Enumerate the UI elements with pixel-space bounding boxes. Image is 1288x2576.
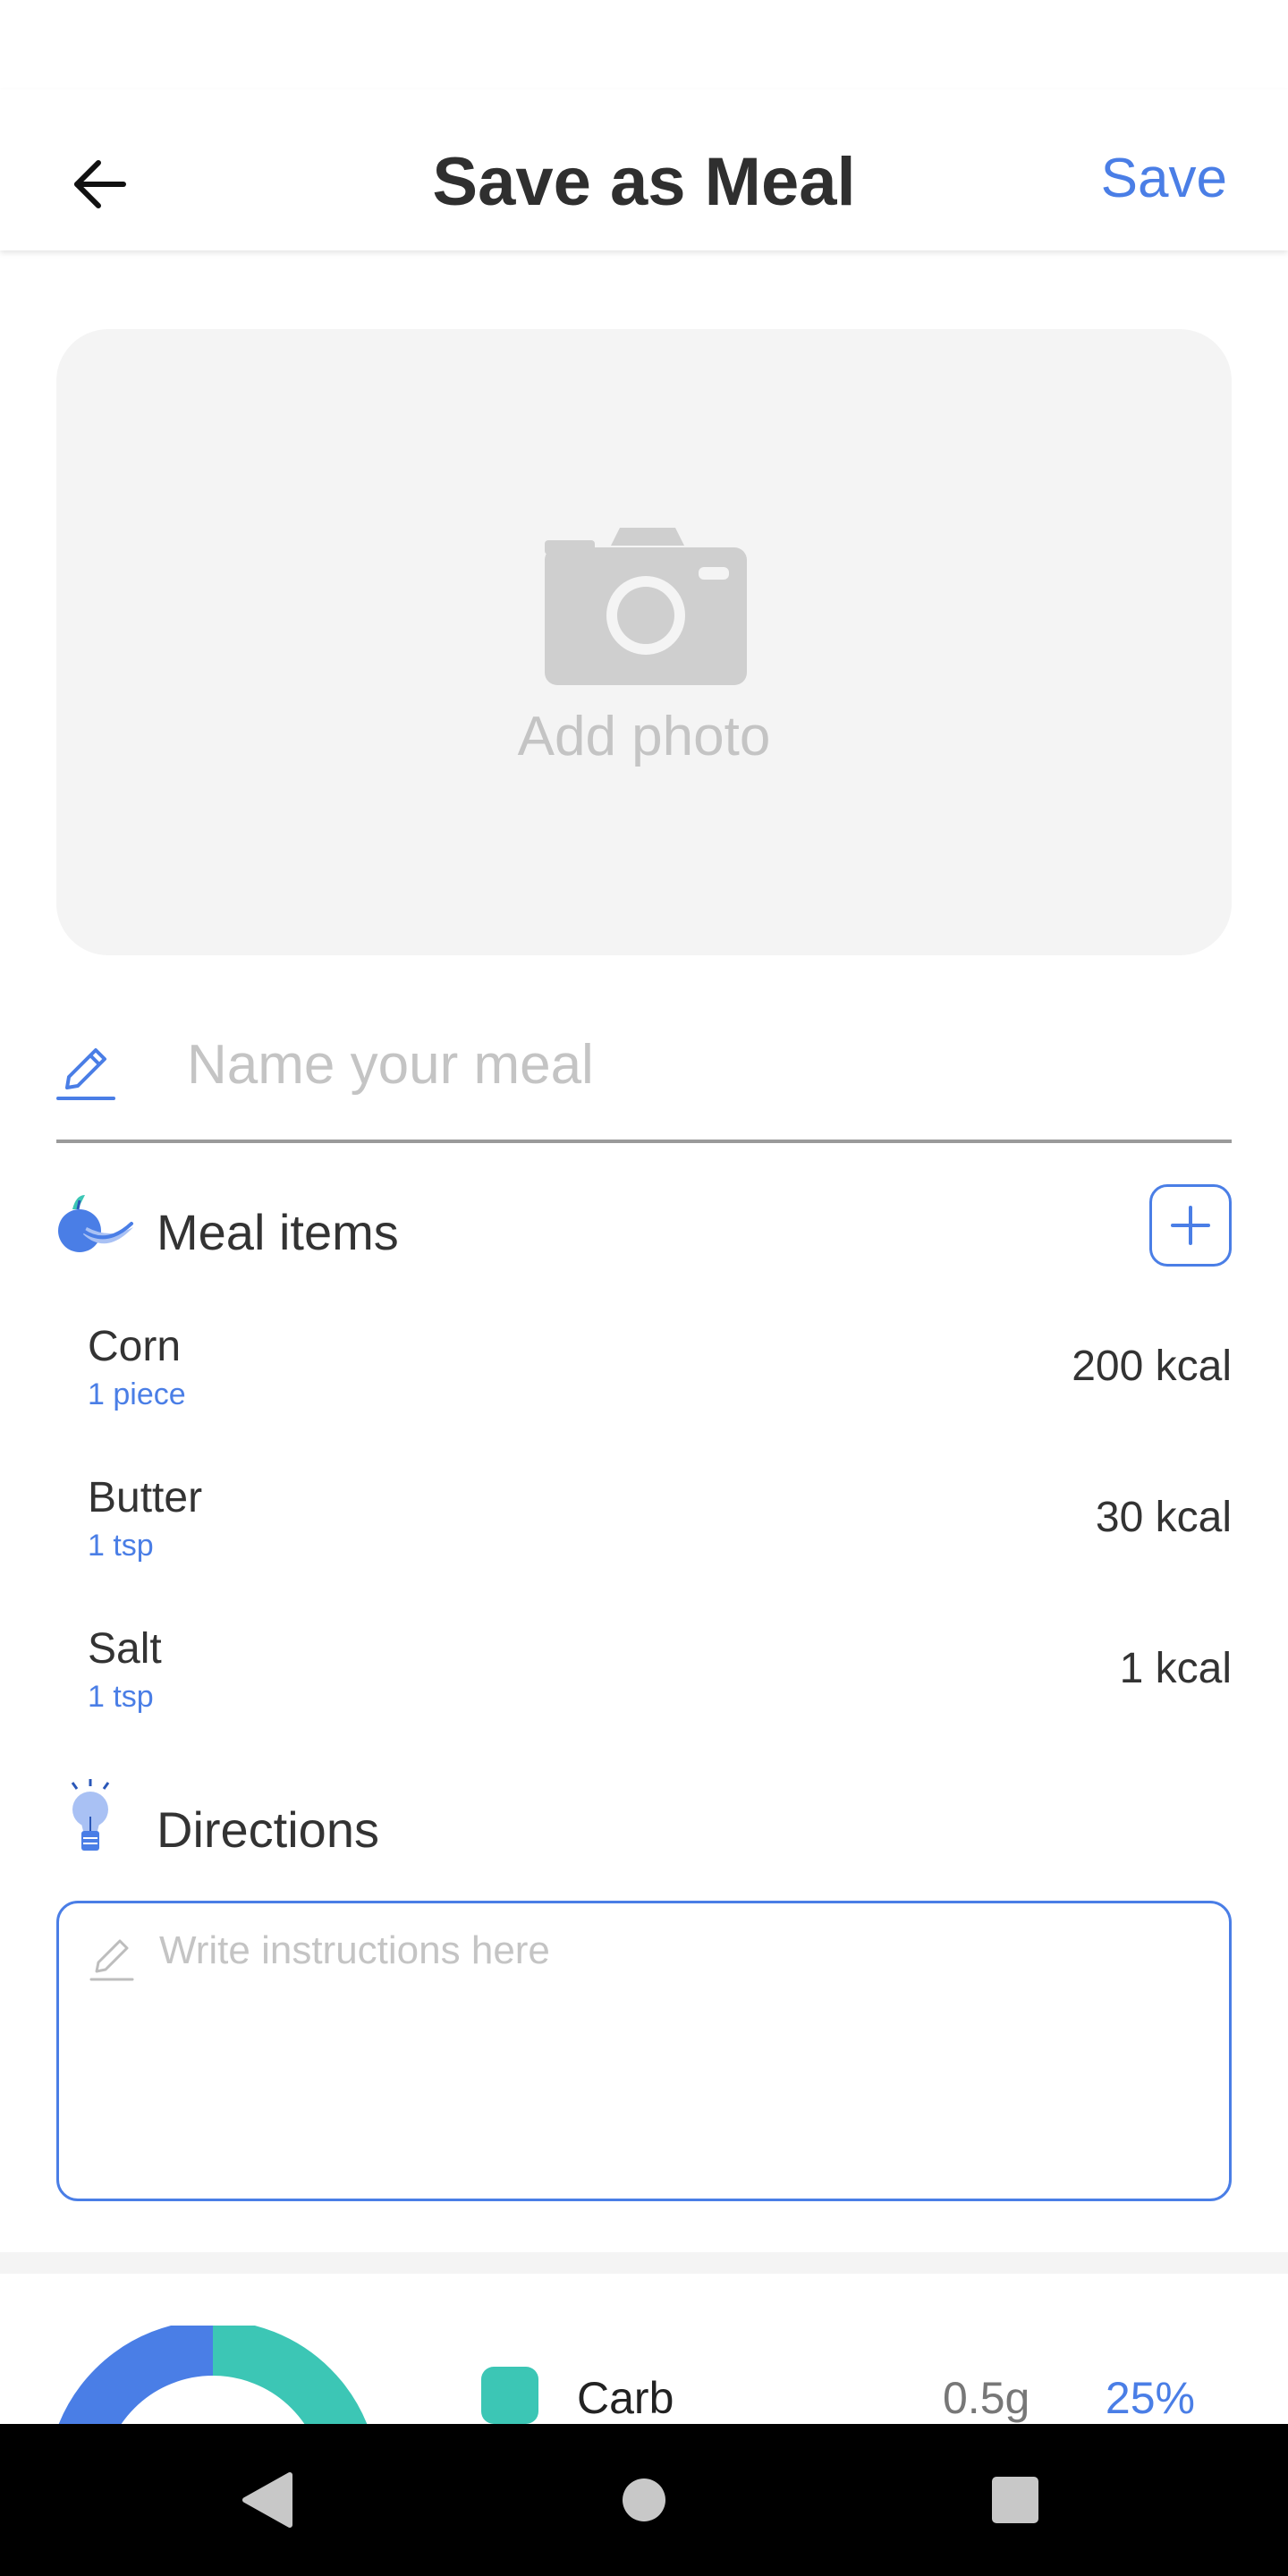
meal-item-kcal: 200 kcal	[1072, 1343, 1232, 1390]
plus-icon	[1171, 1206, 1210, 1245]
meal-item-amount: 1 tsp	[88, 1529, 154, 1563]
app-bar: Save as Meal Save	[0, 89, 1288, 250]
carb-legend-swatch	[481, 2367, 538, 2424]
section-divider	[0, 2252, 1288, 2274]
add-item-button[interactable]	[1149, 1184, 1232, 1267]
carb-percent: 25%	[1105, 2373, 1195, 2423]
pencil-icon	[89, 1939, 134, 1981]
add-photo-label: Add photo	[517, 706, 771, 767]
meal-item-name: Salt	[88, 1625, 162, 1673]
meal-item[interactable]: Butter 1 tsp 30 kcal	[88, 1473, 1232, 1616]
page-title: Save as Meal	[432, 144, 856, 220]
system-nav-bar	[0, 2424, 1288, 2576]
meal-item-name: Butter	[88, 1474, 203, 1521]
donut-segment-carb	[212, 2326, 368, 2424]
meal-items-header: Meal items	[56, 1184, 1232, 1276]
add-photo-button[interactable]: Add photo	[56, 329, 1232, 955]
directions-title: Directions	[157, 1801, 379, 1858]
directions-field[interactable]	[56, 1901, 1232, 2201]
meal-item-kcal: 1 kcal	[1119, 1645, 1232, 1692]
circle-home-icon	[623, 2479, 665, 2521]
meal-item-kcal: 30 kcal	[1095, 1494, 1232, 1541]
directions-header: Directions	[56, 1779, 1232, 1874]
triangle-back-icon	[242, 2472, 292, 2528]
meal-item-amount: 1 tsp	[88, 1680, 154, 1714]
carb-legend-label: Carb	[577, 2373, 674, 2423]
nav-recents-button[interactable]	[979, 2464, 1051, 2536]
directions-input[interactable]	[159, 1928, 1206, 2179]
pencil-icon	[56, 1048, 115, 1100]
lightbulb-icon	[71, 1779, 110, 1851]
meal-item-amount: 1 piece	[88, 1377, 186, 1411]
nav-back-button[interactable]	[233, 2464, 304, 2536]
meal-item[interactable]: Corn 1 piece 200 kcal	[88, 1322, 1232, 1465]
meal-name-row	[56, 993, 1232, 1143]
meal-items-title: Meal items	[157, 1204, 399, 1260]
meal-item-name: Corn	[88, 1323, 182, 1370]
content: Add photo Meal items Corn 1 piece 200 kc	[0, 250, 1288, 2424]
fruit-icon	[58, 1195, 133, 1252]
camera-icon	[545, 528, 747, 685]
save-button[interactable]: Save	[1101, 147, 1227, 210]
macro-donut-chart	[58, 2326, 368, 2424]
nav-home-button[interactable]	[608, 2464, 680, 2536]
meal-item[interactable]: Salt 1 tsp 1 kcal	[88, 1624, 1232, 1767]
square-recents-icon	[992, 2477, 1038, 2523]
meal-name-input[interactable]	[187, 1020, 1216, 1109]
carb-grams: 0.5g	[943, 2373, 1030, 2423]
status-bar	[0, 0, 1288, 89]
